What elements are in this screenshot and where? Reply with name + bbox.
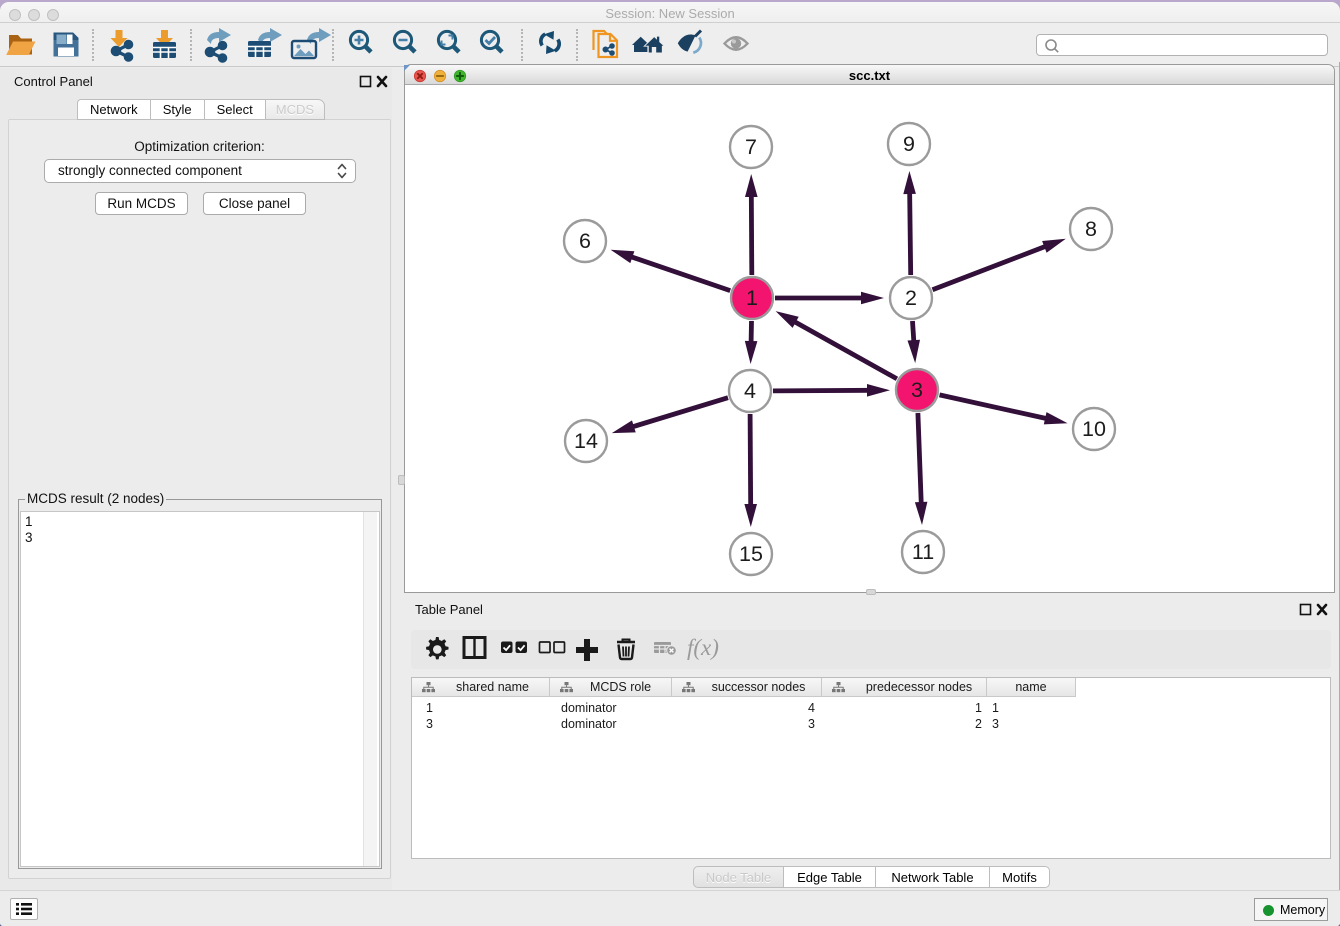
svg-text:15: 15 (739, 542, 763, 566)
svg-text:6: 6 (579, 229, 591, 253)
svg-text:11: 11 (912, 540, 934, 564)
svg-text:2: 2 (905, 286, 917, 310)
svg-text:7: 7 (745, 135, 757, 159)
svg-text:8: 8 (1085, 217, 1097, 241)
svg-text:14: 14 (574, 429, 598, 453)
svg-text:f(x): f(x) (687, 635, 719, 660)
svg-text:9: 9 (903, 132, 915, 156)
svg-text:1: 1 (746, 286, 758, 310)
svg-text:10: 10 (1082, 417, 1106, 441)
svg-text:3: 3 (911, 378, 923, 402)
svg-text:4: 4 (744, 379, 756, 403)
